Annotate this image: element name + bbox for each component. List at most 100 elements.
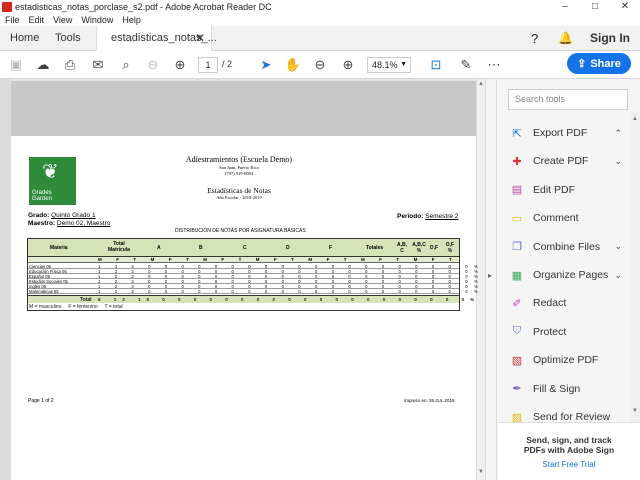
close-tab-icon[interactable]: ✕: [195, 26, 205, 51]
email-icon[interactable]: ✉: [90, 57, 106, 73]
next-page-icon[interactable]: ⊕: [172, 57, 188, 73]
tool-combine-files[interactable]: ❐ Combine Files ⌄: [510, 238, 622, 256]
tool-create-pdf[interactable]: ✚ Create PDF ⌄: [510, 152, 622, 170]
tool-label: Combine Files: [533, 240, 601, 253]
table-subheader: M F T M F T M F T M F T M F T M F T M F …: [28, 257, 459, 263]
tool-label: Fill & Sign: [533, 382, 581, 395]
search-tools-input[interactable]: Search tools: [508, 89, 628, 110]
chevron-right-icon: ▸: [488, 271, 493, 280]
protect-icon: ⛉: [512, 325, 522, 338]
tools-scrollbar[interactable]: ▲ ▼: [631, 112, 640, 422]
tool-organize-pages[interactable]: ▦ Organize Pages ⌄: [510, 266, 622, 284]
table-total-row: Total 6 13 19 0 0 0 0 0 0 0 0 0 0 0 0 0 …: [28, 295, 516, 303]
combine-files-icon: ❐: [512, 241, 522, 254]
share-label: Share: [590, 57, 621, 70]
page-number-input[interactable]: 1: [198, 57, 218, 73]
comment-icon: ▭: [511, 212, 523, 225]
search-icon[interactable]: ⌕: [118, 57, 134, 73]
grado-value: Quinto Grado 1: [51, 212, 96, 219]
notification-bell-icon[interactable]: 🔔: [558, 26, 573, 51]
chevron-down-icon[interactable]: ⌄: [614, 241, 622, 252]
school-city: San Juan, Puerto Rico: [219, 165, 259, 170]
menu-edit[interactable]: Edit: [29, 15, 45, 25]
help-icon[interactable]: ?: [531, 26, 538, 51]
panel-collapse-handle[interactable]: ▸: [485, 79, 497, 480]
tab-home[interactable]: Home: [10, 26, 39, 51]
chevron-down-icon[interactable]: ⌄: [614, 156, 622, 167]
tool-export-pdf[interactable]: ⇱ Export PDF ⌃: [510, 124, 622, 142]
grades-table: Materia Total Matrícula A B C D F Totale…: [27, 238, 522, 311]
page-footer-printed: Impreso en: 26.JUL.2018: [404, 398, 455, 403]
minimize-button[interactable]: –: [550, 0, 580, 14]
tool-label: Export PDF: [533, 127, 588, 139]
tool-edit-pdf[interactable]: ▤ Edit PDF: [510, 181, 620, 199]
tool-protect[interactable]: ⛉ Protect: [510, 323, 620, 341]
upload-cloud-icon[interactable]: ☁: [35, 57, 51, 73]
maximize-button[interactable]: □: [580, 0, 610, 14]
tool-label: Optimize PDF: [533, 354, 599, 367]
table-legend: M = masculino F = femenino T = total: [29, 304, 123, 310]
select-cursor-icon[interactable]: ➤: [258, 57, 274, 73]
scroll-up-icon[interactable]: ▲: [478, 81, 484, 87]
chevron-down-icon: ▼: [400, 61, 407, 68]
share-button[interactable]: ⇪ Share: [567, 53, 631, 74]
redact-icon: ✐: [512, 297, 522, 310]
school-phone: (787) 919-0084: [224, 171, 254, 176]
scroll-down-icon[interactable]: ▼: [632, 408, 638, 414]
zoom-in-icon[interactable]: ⊕: [340, 57, 356, 73]
promo-line-1: Send, sign, and track: [526, 435, 612, 445]
main-toolbar: ▣ ☁ ⎙ ✉ ⌕ ⊖ ⊕ ➤ ✋ ⊖ ⊕ ⊡ ✎ ⋯: [0, 51, 640, 79]
scroll-down-icon[interactable]: ▼: [478, 469, 484, 475]
tool-fill-sign[interactable]: ✒ Fill & Sign: [510, 380, 620, 398]
tool-label: Redact: [533, 297, 567, 310]
start-free-trial-link[interactable]: Start Free Trial: [498, 460, 640, 469]
page-footer-number: Page 1 of 2: [28, 398, 54, 404]
logo-text-2: Garden: [32, 196, 53, 202]
scroll-up-icon[interactable]: ▲: [632, 116, 638, 122]
export-pdf-icon: ⇱: [512, 127, 522, 140]
tool-optimize-pdf[interactable]: ▧ Optimize PDF: [510, 351, 620, 369]
menu-window[interactable]: Window: [81, 15, 113, 25]
tool-redact[interactable]: ✐ Redact: [510, 294, 620, 312]
chevron-up-icon[interactable]: ⌃: [614, 128, 622, 139]
tab-document[interactable]: estadisticas_notas_... ✕: [96, 26, 217, 52]
left-nav-strip: [0, 79, 11, 480]
annotate-icon[interactable]: ✎: [458, 57, 474, 73]
sign-in-button[interactable]: Sign In: [590, 26, 630, 51]
menu-file[interactable]: File: [5, 15, 20, 25]
periodo-value: Semestre 2: [425, 213, 459, 220]
tool-label: Protect: [533, 325, 567, 338]
print-icon[interactable]: ⎙: [62, 57, 78, 73]
maestro-value: Demo 02, Maestro: [56, 220, 111, 227]
hand-tool-icon[interactable]: ✋: [285, 57, 301, 73]
create-pdf-icon: ✚: [512, 155, 522, 168]
periodo-line: Periodo: Semestre 2: [397, 213, 459, 220]
chevron-down-icon[interactable]: ⌄: [614, 270, 622, 281]
save-icon[interactable]: ▣: [8, 57, 24, 73]
tab-tools[interactable]: Tools: [55, 26, 81, 51]
more-tools-icon[interactable]: ⋯: [486, 57, 502, 73]
tool-comment[interactable]: ▭ Comment: [510, 209, 620, 227]
menu-bar: File Edit View Window Help: [0, 14, 640, 26]
window-title: estadisticas_notas_porclase_s2.pdf - Ado…: [15, 2, 272, 12]
tool-label: Organize Pages: [533, 269, 609, 281]
close-window-button[interactable]: ✕: [610, 0, 640, 14]
acrobat-app-icon: [2, 2, 12, 12]
tool-label: Comment: [533, 212, 579, 225]
maestro-line: Maestro: Demo 02, Maestro: [28, 220, 111, 227]
fill-sign-icon: ✒: [512, 383, 522, 396]
school-year: Año Escolar - 2018-2019: [216, 195, 262, 200]
school-logo: ❦ Grades Garden: [29, 157, 76, 205]
title-bar: estadisticas_notas_porclase_s2.pdf - Ado…: [0, 0, 640, 14]
menu-help[interactable]: Help: [122, 15, 141, 25]
optimize-pdf-icon: ▧: [511, 354, 523, 367]
zoom-out-icon[interactable]: ⊖: [312, 57, 328, 73]
zoom-select[interactable]: 48.1% ▼: [367, 57, 411, 73]
table-header: Materia Total Matrícula A B C D F Totale…: [28, 239, 459, 257]
previous-page-icon[interactable]: ⊖: [145, 57, 161, 73]
leaf-icon: ❦: [42, 161, 59, 183]
page-fit-icon[interactable]: ⊡: [428, 57, 444, 73]
menu-view[interactable]: View: [53, 15, 72, 25]
zoom-value: 48.1%: [372, 60, 398, 70]
page-gap-area: [11, 81, 476, 136]
